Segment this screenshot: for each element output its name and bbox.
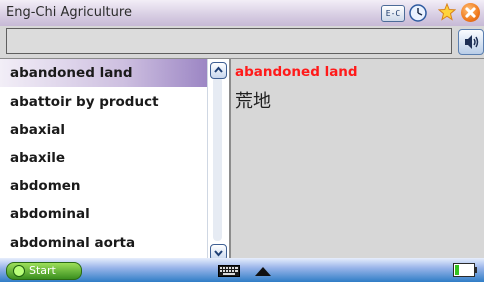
list-item[interactable]: abattoir by product [0, 88, 207, 116]
list-item-selected[interactable]: abandoned land [0, 59, 207, 87]
up-arrow-icon[interactable] [255, 267, 271, 276]
start-icon [13, 265, 25, 277]
speaker-icon[interactable] [458, 29, 484, 55]
star-icon[interactable] [438, 3, 456, 21]
clock-icon[interactable] [409, 4, 427, 22]
ec-toggle-icon[interactable]: E-C [381, 5, 405, 22]
dictionary-app: Eng-Chi Agriculture E-C abandoned land a… [0, 0, 484, 282]
list-scrollbar[interactable] [207, 59, 228, 261]
list-item[interactable]: abdomen [0, 172, 207, 200]
list-item[interactable]: abaxial [0, 116, 207, 144]
taskbar: Start [0, 258, 484, 282]
start-button[interactable]: Start [6, 262, 82, 280]
list-item[interactable]: abaxile [0, 144, 207, 172]
battery-icon [453, 263, 477, 277]
definition-headword: abandoned land [235, 64, 358, 80]
definition-pane: abandoned land 荒地 [231, 58, 484, 259]
list-item[interactable]: abdominal [0, 200, 207, 228]
close-icon[interactable] [461, 3, 480, 22]
start-label: Start [29, 264, 56, 277]
definition-translation: 荒地 [235, 91, 271, 112]
title-bar: Eng-Chi Agriculture E-C [0, 0, 484, 27]
keyboard-icon[interactable] [218, 265, 240, 277]
list-item[interactable]: abdominal aorta [0, 229, 207, 257]
scroll-up-icon[interactable] [210, 62, 227, 79]
scrollbar-track[interactable] [213, 77, 222, 241]
search-input[interactable] [6, 28, 452, 54]
window-title: Eng-Chi Agriculture [6, 5, 132, 20]
search-row [0, 26, 484, 58]
word-list: abandoned land abattoir by product abaxi… [0, 58, 229, 261]
